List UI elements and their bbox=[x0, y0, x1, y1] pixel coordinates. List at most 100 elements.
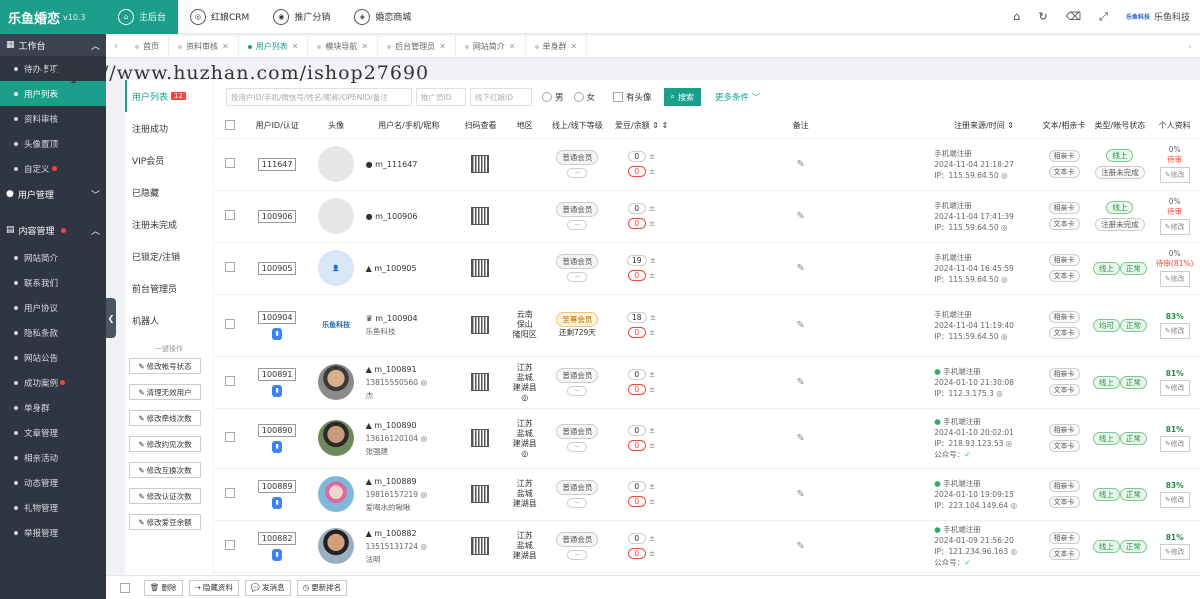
beans-count[interactable]: 0 bbox=[627, 533, 646, 544]
close-icon[interactable]: ✕ bbox=[222, 42, 229, 51]
row-checkbox[interactable] bbox=[224, 432, 235, 442]
offline-level[interactable]: -- bbox=[567, 498, 588, 508]
balance-count[interactable]: 0 bbox=[627, 327, 646, 338]
sidebar-item[interactable]: 自定义 bbox=[0, 156, 106, 181]
user-type-badge[interactable]: 线上 bbox=[1092, 487, 1120, 501]
user-name[interactable]: m_100890 bbox=[374, 421, 416, 430]
sidebar-item[interactable]: 文章管理 bbox=[0, 420, 106, 445]
row-checkbox[interactable] bbox=[224, 210, 235, 220]
tab-scroll-right[interactable]: › bbox=[1180, 42, 1200, 51]
member-level[interactable]: 普通会员 bbox=[556, 368, 599, 383]
beans-count[interactable]: 0 bbox=[627, 203, 646, 214]
tab-item[interactable]: 单身群 ✕ bbox=[526, 35, 588, 58]
account-status-badge[interactable]: 正常 bbox=[1119, 318, 1147, 332]
sidebar-section-users[interactable]: ● 用户管理 ﹀ bbox=[0, 183, 106, 205]
row-checkbox[interactable] bbox=[224, 488, 235, 498]
submenu-item[interactable]: 前台管理员 bbox=[125, 272, 213, 304]
tab-item[interactable]: 模块导航 ✕ bbox=[308, 35, 379, 58]
member-level[interactable]: 普通会员 bbox=[556, 424, 599, 439]
text-card-button[interactable]: 文本卡 bbox=[1048, 270, 1080, 282]
user-id[interactable]: 100890 bbox=[257, 423, 297, 437]
user-name[interactable]: m_100891 bbox=[374, 365, 416, 374]
account-status-badge[interactable]: 注册未完成 bbox=[1095, 218, 1145, 231]
onekey-op-button[interactable]: ✎ 修改帐号状态 bbox=[129, 358, 201, 374]
dating-card-button[interactable]: 相亲卡 bbox=[1048, 254, 1080, 266]
member-level[interactable]: 普通会员 bbox=[556, 480, 599, 495]
avatar[interactable] bbox=[318, 146, 355, 182]
offline-level[interactable]: -- bbox=[567, 220, 588, 230]
user-type-badge[interactable]: 线上 bbox=[1092, 261, 1120, 275]
user-id[interactable]: 100882 bbox=[257, 531, 297, 545]
sidebar-item[interactable]: 头像置顶 bbox=[0, 131, 106, 156]
home-icon[interactable]: ⌂ bbox=[1013, 10, 1020, 23]
dating-card-button[interactable]: 相亲卡 bbox=[1048, 480, 1080, 492]
user-id[interactable]: 100891 bbox=[257, 367, 297, 381]
qr-code-icon[interactable] bbox=[471, 537, 490, 555]
member-level[interactable]: 普通会员 bbox=[556, 254, 599, 269]
submenu-item[interactable]: 已隐藏 bbox=[125, 176, 213, 208]
sidebar-item[interactable]: 隐私条款 bbox=[0, 320, 106, 345]
user-id[interactable]: 100889 bbox=[257, 479, 297, 493]
sidebar-item[interactable]: 相亲活动 bbox=[0, 445, 106, 470]
bottom-action-button[interactable]: 🗑 删除 bbox=[144, 579, 183, 596]
edit-note-icon[interactable]: ✎ bbox=[797, 377, 805, 388]
sidebar-item[interactable]: 举报管理 bbox=[0, 520, 106, 545]
submenu-item[interactable]: 已锁定/注销 bbox=[125, 240, 213, 272]
adjust-icon[interactable]: ± bbox=[649, 549, 656, 558]
tab-item[interactable]: 后台管理员 ✕ bbox=[378, 35, 456, 58]
select-all-checkbox[interactable] bbox=[120, 582, 130, 593]
sidebar-item[interactable]: 动态管理 bbox=[0, 470, 106, 495]
offline-level[interactable]: -- bbox=[567, 386, 588, 396]
user-id[interactable]: 100906 bbox=[257, 209, 297, 223]
sort-icon[interactable]: ⇕ bbox=[1005, 121, 1014, 130]
submenu-item[interactable]: 注册成功 bbox=[125, 112, 213, 144]
balance-count[interactable]: 0 bbox=[627, 166, 646, 177]
adjust-icon[interactable]: ± bbox=[649, 204, 656, 213]
row-checkbox[interactable] bbox=[224, 376, 235, 386]
dating-card-button[interactable]: 相亲卡 bbox=[1048, 150, 1080, 162]
edit-note-icon[interactable]: ✎ bbox=[797, 159, 805, 170]
edit-profile-button[interactable]: ✎修改 bbox=[1159, 219, 1190, 235]
has-avatar-checkbox[interactable]: 有头像 bbox=[613, 91, 652, 103]
sidebar-item[interactable]: 联系我们 bbox=[0, 270, 106, 295]
qr-code-icon[interactable] bbox=[471, 207, 490, 225]
offline-level[interactable]: -- bbox=[567, 550, 588, 560]
edit-note-icon[interactable]: ✎ bbox=[797, 541, 805, 552]
balance-count[interactable]: 0 bbox=[627, 440, 646, 451]
user-name[interactable]: m_100904 bbox=[375, 314, 417, 323]
gender-male-radio[interactable]: 男 bbox=[542, 91, 564, 103]
dating-card-button[interactable]: 相亲卡 bbox=[1048, 532, 1080, 544]
search-input[interactable]: 按用户ID/手机/微信号/姓名/昵称/OPENID/备注 bbox=[226, 88, 412, 106]
company-menu[interactable]: 乐鱼科技 乐鱼科技 bbox=[1126, 10, 1190, 23]
user-id[interactable]: 100904 bbox=[257, 310, 297, 324]
edit-note-icon[interactable]: ✎ bbox=[797, 263, 805, 274]
tab-item[interactable]: 用户列表 ✕ bbox=[239, 35, 309, 58]
sidebar-section-content[interactable]: ▤ 内容管理 ︿ bbox=[0, 219, 106, 241]
tab-item[interactable]: 网站简介 ✕ bbox=[456, 35, 526, 58]
row-checkbox[interactable] bbox=[224, 540, 235, 550]
dating-card-button[interactable]: 相亲卡 bbox=[1048, 424, 1080, 436]
adjust-icon[interactable]: ± bbox=[649, 385, 656, 394]
member-level[interactable]: 普通会员 bbox=[556, 202, 599, 217]
user-name[interactable]: m_111647 bbox=[375, 160, 417, 169]
sidebar-item[interactable]: 用户协议 bbox=[0, 295, 106, 320]
offline-level[interactable]: -- bbox=[567, 168, 588, 178]
account-status-badge[interactable]: 正常 bbox=[1119, 261, 1147, 275]
avatar[interactable]: 乐鱼科技 bbox=[318, 307, 355, 343]
edit-profile-button[interactable]: ✎修改 bbox=[1159, 322, 1190, 339]
qr-code-icon[interactable] bbox=[471, 259, 490, 277]
sidebar-item[interactable]: 网站简介 bbox=[0, 245, 106, 270]
avatar[interactable]: 👤 bbox=[318, 250, 355, 286]
user-type-badge[interactable]: 均可 bbox=[1092, 318, 1120, 332]
member-level[interactable]: 普通会员 bbox=[556, 150, 599, 165]
matchmaker-id-input[interactable]: 线下红娘ID bbox=[470, 88, 532, 106]
tab-item[interactable]: 首页 bbox=[126, 35, 169, 58]
sidebar-item[interactable]: 用户列表 bbox=[0, 81, 106, 106]
onekey-op-button[interactable]: ✎ 修改认证次数 bbox=[129, 488, 201, 504]
user-type-badge[interactable]: 线上 bbox=[1092, 375, 1120, 389]
text-card-button[interactable]: 文本卡 bbox=[1048, 327, 1080, 339]
qr-code-icon[interactable] bbox=[471, 373, 490, 391]
beans-count[interactable]: 0 bbox=[627, 425, 646, 436]
edit-profile-button[interactable]: ✎修改 bbox=[1159, 379, 1190, 396]
adjust-icon[interactable]: ± bbox=[649, 482, 656, 491]
